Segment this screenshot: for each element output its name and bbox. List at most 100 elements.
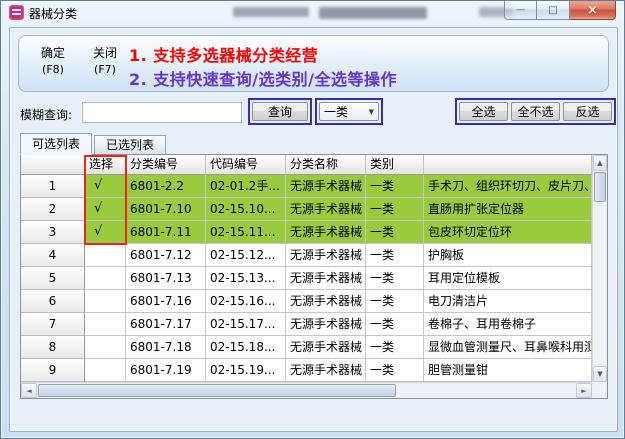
maximize-button[interactable]: □ <box>537 1 570 20</box>
tab-selected-list[interactable]: 已选列表 <box>94 135 166 155</box>
class-code-cell[interactable]: 6801-7.13 <box>126 267 206 290</box>
invert-selection-button[interactable]: 反选 <box>563 102 612 121</box>
items-cell[interactable]: 卷棉子、耳用卷棉子 <box>424 313 592 336</box>
category-cell[interactable]: 一类 <box>366 313 424 336</box>
scroll-up-icon[interactable]: ▲ <box>593 155 607 171</box>
row-number[interactable]: 6 <box>21 290 85 313</box>
row-number[interactable]: 5 <box>21 267 85 290</box>
select-cell[interactable] <box>85 336 126 359</box>
class-code-cell[interactable]: 6801-7.17 <box>126 313 206 336</box>
row-number[interactable]: 3 <box>21 221 85 244</box>
code-number-cell[interactable]: 02-15.13... <box>206 267 286 290</box>
class-name-cell[interactable]: 无源手术器械 <box>286 290 366 313</box>
row-number[interactable]: 8 <box>21 336 85 359</box>
code-number-cell[interactable]: 02-15.19... <box>206 359 286 382</box>
class-name-cell[interactable]: 无源手术器械 <box>286 313 366 336</box>
select-cell[interactable]: √ <box>85 175 126 198</box>
column-header-items[interactable] <box>424 155 592 175</box>
scroll-left-icon[interactable]: ◄ <box>21 383 37 398</box>
class-name-cell[interactable]: 无源手术器械 <box>286 221 366 244</box>
search-input[interactable] <box>82 102 242 123</box>
table-row[interactable]: 8 6801-7.1802-15.18...无源手术器械一类显微血管测量尺、耳鼻喉… <box>21 336 607 359</box>
category-cell[interactable]: 一类 <box>366 290 424 313</box>
table-row[interactable]: 96801-7.1902-15.19...无源手术器械一类胆管测量钳 <box>21 359 607 382</box>
code-number-cell[interactable]: 02-15.12... <box>206 244 286 267</box>
items-cell[interactable]: 包皮环切定位环 <box>424 221 592 244</box>
class-code-cell[interactable]: 6801-7.18 <box>126 336 206 359</box>
category-cell[interactable]: 一类 <box>366 359 424 382</box>
column-header-select[interactable]: 选择 <box>85 155 126 175</box>
table-row[interactable]: 5 6801-7.1302-15.13...无源手术器械一类耳用定位模板 <box>21 267 607 290</box>
category-cell[interactable]: 一类 <box>366 336 424 359</box>
class-code-cell[interactable]: 6801-7.11 <box>126 221 206 244</box>
query-button[interactable]: 查询 <box>252 102 308 121</box>
scroll-down-icon[interactable]: ▼ <box>593 366 607 382</box>
row-number[interactable]: 2 <box>21 198 85 221</box>
items-cell[interactable]: 护胸板 <box>424 244 592 267</box>
category-cell[interactable]: 一类 <box>366 221 424 244</box>
select-cell[interactable] <box>85 359 126 382</box>
table-row[interactable]: 1√6801-2.202-01.2手...无源手术器械一类手术刀、组织环切刀、皮… <box>21 175 607 198</box>
class-name-cell[interactable]: 无源手术器械 <box>286 267 366 290</box>
code-number-cell[interactable]: 02-15.11... <box>206 221 286 244</box>
table-row[interactable]: 7 6801-7.1702-15.17...无源手术器械一类卷棉子、耳用卷棉子 <box>21 313 607 336</box>
items-cell[interactable]: 胆管测量钳 <box>424 359 592 382</box>
select-cell[interactable] <box>85 244 126 267</box>
column-header-category[interactable]: 类别 <box>366 155 424 175</box>
select-cell[interactable] <box>85 290 126 313</box>
horizontal-scrollbar-thumb[interactable] <box>38 384 396 397</box>
row-number[interactable]: 1 <box>21 175 85 198</box>
class-name-cell[interactable]: 无源手术器械 <box>286 244 366 267</box>
table-row[interactable]: 2√6801-7.1002-15.10...无源手术器械一类直肠用扩张定位器 <box>21 198 607 221</box>
close-button[interactable]: 关闭 (F7) <box>81 45 129 85</box>
class-name-cell[interactable]: 无源手术器械 <box>286 175 366 198</box>
category-cell[interactable]: 一类 <box>366 244 424 267</box>
category-cell[interactable]: 一类 <box>366 198 424 221</box>
column-header-code-number[interactable]: 代码编号 <box>206 155 286 175</box>
items-cell[interactable]: 直肠用扩张定位器 <box>424 198 592 221</box>
code-number-cell[interactable]: 02-01.2手... <box>206 175 286 198</box>
column-header-class-name[interactable]: 分类名称 <box>286 155 366 175</box>
column-header-class-code[interactable]: 分类编号 <box>126 155 206 175</box>
row-number[interactable]: 7 <box>21 313 85 336</box>
items-cell[interactable]: 显微血管测量尺、耳鼻喉科用测 <box>424 336 592 359</box>
table-row[interactable]: 3√6801-7.1102-15.11...无源手术器械一类包皮环切定位环 <box>21 221 607 244</box>
select-none-button[interactable]: 全不选 <box>511 102 560 121</box>
minimize-button[interactable]: — <box>504 1 537 20</box>
category-cell[interactable]: 一类 <box>366 267 424 290</box>
class-code-cell[interactable]: 6801-2.2 <box>126 175 206 198</box>
confirm-button[interactable]: 确定 (F8) <box>29 45 77 85</box>
select-cell[interactable]: √ <box>85 221 126 244</box>
items-cell[interactable]: 手术刀、组织环切刀、皮片刀、 <box>424 175 592 198</box>
select-cell[interactable] <box>85 313 126 336</box>
code-number-cell[interactable]: 02-15.18... <box>206 336 286 359</box>
code-number-cell[interactable]: 02-15.10... <box>206 198 286 221</box>
select-cell[interactable]: √ <box>85 198 126 221</box>
close-window-button[interactable]: × <box>570 1 616 20</box>
table-row[interactable]: 6 6801-7.1602-15.16...无源手术器械一类电刀清洁片 <box>21 290 607 313</box>
class-name-cell[interactable]: 无源手术器械 <box>286 359 366 382</box>
class-name-cell[interactable]: 无源手术器械 <box>286 336 366 359</box>
category-select[interactable]: 一类 ▼ <box>319 102 379 121</box>
titlebar[interactable]: 器械分类 — □ × <box>1 1 624 25</box>
tab-available-list[interactable]: 可选列表 <box>20 133 92 155</box>
vertical-scrollbar-track[interactable] <box>593 203 607 366</box>
vertical-scrollbar-thumb[interactable] <box>594 172 606 202</box>
row-number[interactable]: 4 <box>21 244 85 267</box>
scroll-right-icon[interactable]: ► <box>576 383 592 398</box>
column-header-row[interactable] <box>21 155 85 175</box>
class-code-cell[interactable]: 6801-7.16 <box>126 290 206 313</box>
category-cell[interactable]: 一类 <box>366 175 424 198</box>
items-cell[interactable]: 电刀清洁片 <box>424 290 592 313</box>
class-name-cell[interactable]: 无源手术器械 <box>286 198 366 221</box>
code-number-cell[interactable]: 02-15.16... <box>206 290 286 313</box>
select-cell[interactable] <box>85 267 126 290</box>
code-number-cell[interactable]: 02-15.17... <box>206 313 286 336</box>
select-all-button[interactable]: 全选 <box>459 102 508 121</box>
horizontal-scrollbar[interactable]: ◄ ► <box>21 382 592 398</box>
horizontal-scrollbar-track[interactable] <box>397 383 576 398</box>
items-cell[interactable]: 耳用定位模板 <box>424 267 592 290</box>
class-code-cell[interactable]: 6801-7.10 <box>126 198 206 221</box>
table-row[interactable]: 46801-7.1202-15.12...无源手术器械一类护胸板 <box>21 244 607 267</box>
row-number[interactable]: 9 <box>21 359 85 382</box>
